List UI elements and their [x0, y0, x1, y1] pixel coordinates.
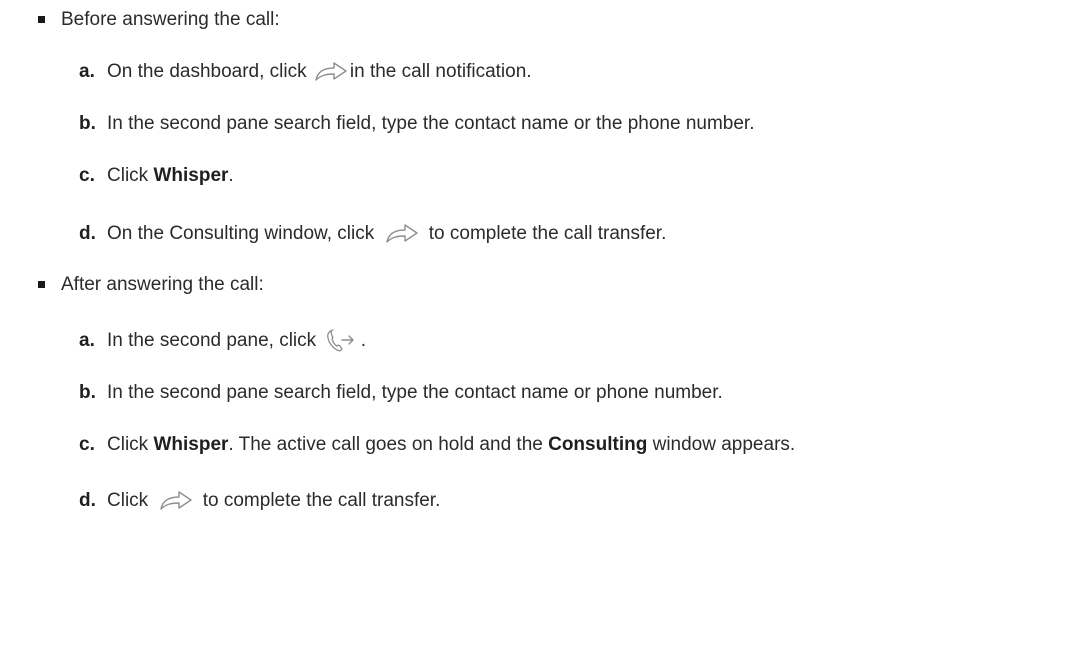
whisper-label: Whisper: [153, 434, 229, 455]
bullet-marker: [38, 281, 45, 288]
forward-arrow-icon: [385, 222, 419, 246]
step-letter: d.: [79, 223, 96, 244]
step-letter: c.: [79, 434, 95, 455]
consulting-label: Consulting: [548, 434, 648, 455]
step-body: On the Consulting window, click to compl…: [107, 222, 667, 246]
step-letter: a.: [79, 61, 95, 82]
section-title-before: Before answering the call:: [61, 9, 280, 30]
step-body: Click Whisper . The active call goes on …: [107, 430, 795, 460]
step-letter: a.: [79, 330, 95, 351]
step-body: In the second pane, click .: [107, 326, 366, 356]
forward-arrow-icon: [314, 60, 348, 84]
step-body: In the second pane search field, type th…: [107, 113, 755, 134]
step-letter: d.: [79, 490, 96, 511]
step-body: Click to complete the call transfer.: [107, 489, 441, 513]
whisper-label: Whisper: [153, 165, 229, 186]
step-body: Click Whisper .: [107, 161, 234, 191]
step-letter: b.: [79, 113, 96, 134]
step-body: In the second pane search field, type th…: [107, 382, 723, 403]
bullet-marker: [38, 16, 45, 23]
step-letter: b.: [79, 382, 96, 403]
forward-arrow-icon: [159, 489, 193, 513]
step-letter: c.: [79, 165, 95, 186]
section-title-after: After answering the call:: [61, 274, 264, 295]
step-body: On the dashboard, click in the call noti…: [107, 60, 532, 84]
phone-transfer-icon: [325, 328, 355, 354]
